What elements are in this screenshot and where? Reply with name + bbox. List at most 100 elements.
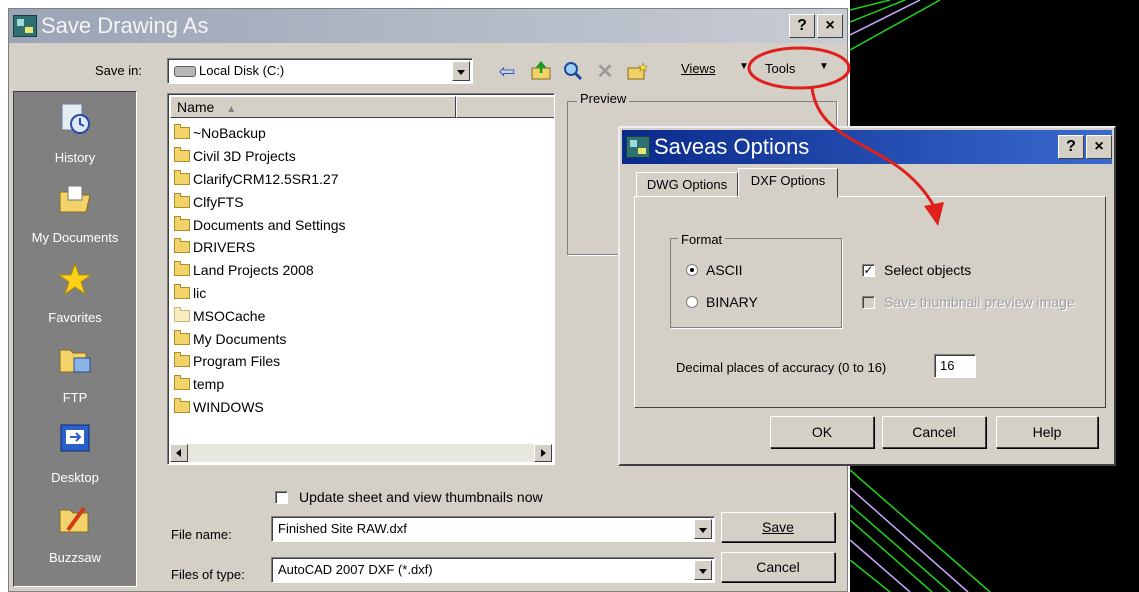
update-thumbnails-checkbox[interactable] [275,491,288,504]
list-item[interactable]: DRIVERS [174,236,346,259]
folder-name: WINDOWS [193,398,264,415]
up-folder-icon[interactable] [529,60,553,83]
save-thumbnail-label: Save thumbnail preview image [884,294,1075,310]
list-item[interactable]: Documents and Settings [174,213,346,236]
views-menu[interactable]: Views [681,61,715,76]
views-dropdown-arrow[interactable]: ▼ [739,61,749,72]
favorites-star-icon [57,262,93,296]
list-item[interactable]: ClarifyCRM12.5SR1.27 [174,168,346,191]
list-item[interactable]: Program Files [174,350,346,373]
file-list[interactable]: Name ▲ ~NoBackup Civil 3D Projects Clari… [167,93,555,465]
tab-dwg-options[interactable]: DWG Options [636,172,738,198]
dialog-title: Save Drawing As [41,13,209,38]
places-bar: History My Documents Favorites FTP Deskt… [13,91,137,587]
decimal-places-input[interactable]: 16 [934,354,976,378]
preview-label: Preview [577,91,630,106]
file-type-combo[interactable]: AutoCAD 2007 DXF (*.dxf) [271,557,715,583]
search-web-icon[interactable] [561,61,585,83]
history-icon [58,102,92,136]
place-my-documents[interactable]: My Documents [14,178,136,258]
options-cancel-button[interactable]: Cancel [882,416,986,448]
options-help-title-button[interactable]: ? [1058,135,1084,159]
folder-icon [174,397,190,413]
folder-icon [174,124,190,140]
name-column-header[interactable]: Name ▲ [170,96,456,118]
options-close-title-button[interactable]: × [1086,135,1112,159]
close-title-button[interactable]: × [817,14,843,38]
list-item[interactable]: Land Projects 2008 [174,259,346,282]
files-of-type-label: Files of type: [171,567,245,582]
file-name-value: Finished Site RAW.dxf [278,521,407,536]
help-title-button[interactable]: ? [789,14,815,38]
file-type-dropdown-arrow[interactable] [694,560,712,580]
list-item[interactable]: lic [174,282,346,305]
save-in-value: Local Disk (C:) [199,63,285,78]
folder-icon [174,169,190,185]
cancel-button[interactable]: Cancel [721,552,835,582]
save-thumbnail-checkbox[interactable] [862,296,875,309]
file-name-dropdown-arrow[interactable] [694,519,712,539]
saveas-options-dialog: Saveas Options ? × DWG Options DXF Optio… [618,126,1116,466]
new-folder-icon[interactable] [625,61,649,83]
list-item[interactable]: WINDOWS [174,396,346,419]
list-item[interactable]: ClfyFTS [174,190,346,213]
options-dialog-title: Saveas Options [654,134,810,159]
folder-icon [174,375,190,391]
file-name-field[interactable]: Finished Site RAW.dxf [271,516,715,542]
list-item[interactable]: temp [174,373,346,396]
place-label-favorites: Favorites [48,310,102,325]
folder-icon [174,261,190,277]
folder-name: ClarifyCRM12.5SR1.27 [193,170,339,187]
autocad-app-icon [626,136,650,158]
save-button[interactable]: Save [721,512,835,542]
list-item[interactable]: Civil 3D Projects [174,145,346,168]
format-label: Format [678,232,726,247]
tools-menu[interactable]: Tools [765,61,795,76]
ok-button[interactable]: OK [770,416,874,448]
drive-icon [174,66,196,78]
place-label-my-documents: My Documents [31,230,119,245]
horizontal-scrollbar[interactable] [170,444,552,462]
place-label-buzzsaw: Buzzsaw [48,550,102,565]
place-label-history: History [54,150,96,165]
save-in-dropdown-arrow[interactable] [452,61,470,81]
list-item[interactable]: MSOCache [174,304,346,327]
ascii-label: ASCII [706,262,743,278]
place-history[interactable]: History [14,98,136,178]
list-item[interactable]: My Documents [174,327,346,350]
scroll-left-button[interactable] [170,444,188,462]
folder-name: MSOCache [193,307,266,324]
folder-name: temp [193,376,225,393]
binary-label: BINARY [706,294,758,310]
binary-radio[interactable] [686,296,698,308]
delete-icon[interactable]: ✕ [593,61,617,83]
select-objects-checkbox[interactable]: ✓ [862,264,875,277]
folder-icon [174,238,190,254]
place-ftp[interactable]: FTP [14,338,136,418]
save-in-combo[interactable]: Local Disk (C:) [167,58,473,84]
folder-name: ~NoBackup [193,125,266,142]
my-documents-icon [58,182,92,216]
ftp-icon [58,342,92,376]
folder-name: Civil 3D Projects [193,148,296,165]
place-favorites[interactable]: Favorites [14,258,136,338]
column-header-blank[interactable] [456,96,554,118]
update-thumbnails-label: Update sheet and view thumbnails now [299,489,543,505]
place-buzzsaw[interactable]: Buzzsaw [14,498,136,578]
place-desktop[interactable]: Desktop [14,418,136,498]
name-column-label: Name [177,99,215,115]
folder-name: lic [193,284,207,301]
options-help-button[interactable]: Help [996,416,1098,448]
tools-dropdown-arrow[interactable]: ▼ [819,61,829,72]
folder-name: DRIVERS [193,239,256,256]
folder-name: Documents and Settings [193,216,346,233]
format-groupbox [670,238,842,328]
folder-name: ClfyFTS [193,193,244,210]
ascii-radio[interactable] [686,264,698,276]
options-title-bar: Saveas Options ? × [622,130,1112,164]
back-arrow-icon[interactable]: ⇦ [495,61,519,83]
scroll-right-button[interactable] [534,444,552,462]
tab-dxf-options[interactable]: DXF Options [738,168,838,198]
list-item[interactable]: ~NoBackup [174,122,346,145]
folder-list: ~NoBackup Civil 3D Projects ClarifyCRM12… [174,122,346,418]
